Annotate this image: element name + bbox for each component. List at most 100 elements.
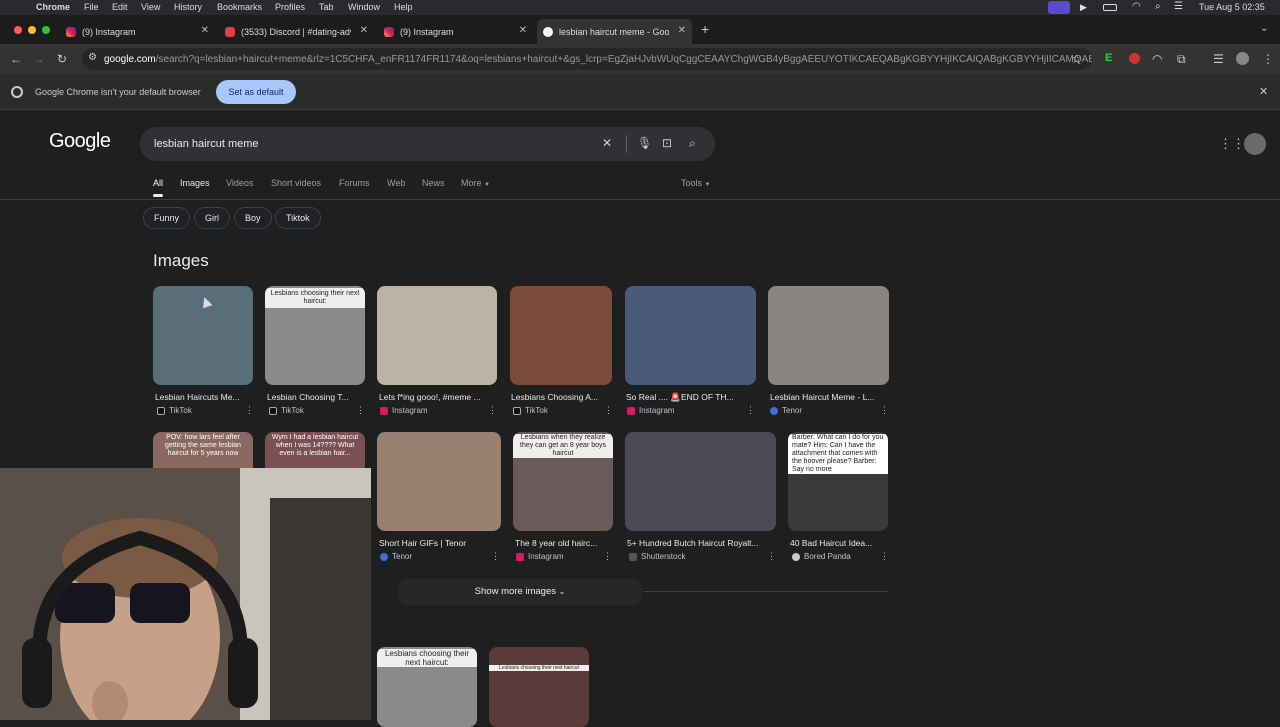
menu-help[interactable]: Help <box>394 2 413 12</box>
menu-clock[interactable]: Tue Aug 5 02:35 <box>1199 2 1265 12</box>
tab-all[interactable]: All <box>153 178 164 197</box>
image-caption[interactable]: Lesbians Choosing A... <box>511 392 611 402</box>
profile-avatar[interactable] <box>1236 52 1249 65</box>
menu-edit[interactable]: Edit <box>112 2 128 12</box>
minimize-window-button[interactable] <box>28 26 36 34</box>
image-caption[interactable]: 40 Bad Haircut Idea... <box>790 538 885 548</box>
more-options-icon[interactable]: ⋮ <box>767 551 776 562</box>
battery-icon[interactable] <box>1103 4 1117 11</box>
google-logo[interactable]: Google <box>49 130 111 153</box>
menu-file[interactable]: File <box>84 2 99 12</box>
play-status-icon[interactable]: ▶ <box>1080 2 1087 13</box>
extension-e-icon[interactable]: E <box>1105 52 1112 64</box>
more-options-icon[interactable]: ⋮ <box>880 551 889 562</box>
spotlight-icon[interactable]: ⌕ <box>1155 1 1161 12</box>
reload-icon[interactable]: ↻ <box>57 52 67 66</box>
image-result-thumb[interactable] <box>377 286 497 385</box>
tab-news[interactable]: News <box>422 178 445 188</box>
image-caption[interactable]: So Real .... 🚨END OF TH... <box>626 392 751 403</box>
browser-tab[interactable]: (9) Instagram ✕ <box>60 19 215 44</box>
image-caption[interactable]: Lesbian Haircut Meme - L... <box>770 392 888 402</box>
address-bar[interactable]: ⚙ google.com /search?q=lesbian+haircut+m… <box>82 48 1092 70</box>
more-options-icon[interactable]: ⋮ <box>245 405 254 416</box>
menu-profiles[interactable]: Profiles <box>275 2 305 12</box>
back-icon[interactable]: ← <box>10 52 22 66</box>
more-options-icon[interactable]: ⋮ <box>603 551 612 562</box>
apps-grid-icon[interactable]: ⋮⋮ <box>1219 136 1245 152</box>
image-caption[interactable]: Short Hair GIFs | Tenor <box>379 538 499 548</box>
extension-icon[interactable]: ◠ <box>1152 52 1162 66</box>
tab-forums[interactable]: Forums <box>339 178 370 188</box>
new-tab-button[interactable]: + <box>701 21 709 37</box>
menu-window[interactable]: Window <box>348 2 380 12</box>
reading-list-icon[interactable]: ☰ <box>1213 52 1224 66</box>
account-avatar[interactable] <box>1244 133 1266 155</box>
site-info-icon[interactable]: ⚙ <box>88 52 97 63</box>
close-window-button[interactable] <box>14 26 22 34</box>
image-result-thumb[interactable]: Barber: What can I do for you mate? Him:… <box>788 432 888 531</box>
microphone-icon[interactable]: 🎙 <box>637 136 652 150</box>
set-as-default-button[interactable]: Set as default <box>216 80 296 104</box>
show-more-images-button[interactable]: Show more images ⌄ <box>397 579 643 605</box>
more-options-icon[interactable]: ⋮ <box>356 405 365 416</box>
browser-tab[interactable]: (3533) Discord | #dating-adv ✕ <box>219 19 374 44</box>
more-options-icon[interactable]: ⋮ <box>746 405 755 416</box>
menu-tab[interactable]: Tab <box>319 2 334 12</box>
menu-bookmarks[interactable]: Bookmarks <box>217 2 262 12</box>
menu-app-name[interactable]: Chrome <box>36 2 70 12</box>
image-caption[interactable]: Lets f*ing gooo!, #meme ... <box>379 392 489 402</box>
forward-icon[interactable]: → <box>33 52 45 66</box>
image-result-thumb[interactable]: Lesbians choosing their next haircut: <box>265 286 365 385</box>
extension-red-icon[interactable] <box>1129 53 1140 64</box>
close-icon[interactable]: ✕ <box>1259 85 1268 98</box>
menu-history[interactable]: History <box>174 2 202 12</box>
tab-videos[interactable]: Videos <box>226 178 253 188</box>
image-result-thumb[interactable]: Lesbians when they realize they can get … <box>513 432 613 531</box>
image-result-thumb[interactable]: Lesbians choosing their next haircut <box>489 647 589 727</box>
tab-short-videos[interactable]: Short videos <box>271 178 321 188</box>
image-result-thumb[interactable] <box>510 286 612 385</box>
close-icon[interactable]: ✕ <box>201 25 209 36</box>
menu-view[interactable]: View <box>141 2 160 12</box>
zoom-window-button[interactable] <box>42 26 50 34</box>
lens-icon[interactable]: ⊡ <box>662 136 672 150</box>
search-icon[interactable]: ⌕ <box>689 136 696 151</box>
control-center-icon[interactable]: ☰ <box>1174 1 1183 12</box>
image-result-thumb[interactable] <box>377 432 501 531</box>
search-input[interactable]: lesbian haircut meme ✕ 🎙 ⊡ ⌕ <box>140 127 715 161</box>
wifi-icon[interactable]: ◠ <box>1132 1 1141 12</box>
image-caption[interactable]: The 8 year old hairc... <box>515 538 615 548</box>
image-caption[interactable]: Lesbian Haircuts Me... <box>155 392 255 402</box>
image-caption[interactable]: Lesbian Choosing T... <box>267 392 367 402</box>
tab-more[interactable]: More ▼ <box>461 178 490 188</box>
chip-girl[interactable]: Girl <box>194 207 230 229</box>
close-icon[interactable]: ✕ <box>678 25 686 36</box>
image-result-thumb[interactable] <box>625 432 776 531</box>
screen-share-icon[interactable] <box>1048 1 1070 14</box>
chip-tiktok[interactable]: Tiktok <box>275 207 321 229</box>
tab-web[interactable]: Web <box>387 178 405 188</box>
tools-button[interactable]: Tools ▼ <box>681 178 710 188</box>
more-options-icon[interactable]: ⋮ <box>880 405 889 416</box>
image-result-thumb[interactable] <box>768 286 889 385</box>
close-icon[interactable]: ✕ <box>519 25 527 36</box>
chip-funny[interactable]: Funny <box>143 207 191 229</box>
clear-icon[interactable]: ✕ <box>602 136 612 150</box>
browser-tab[interactable]: (9) Instagram ✕ <box>378 19 533 44</box>
extensions-puzzle-icon[interactable]: ⧉ <box>1177 52 1186 67</box>
url-host: google.com <box>104 53 156 65</box>
tab-search-icon[interactable]: ⌄ <box>1260 23 1268 34</box>
more-options-icon[interactable]: ⋮ <box>491 551 500 562</box>
tab-images[interactable]: Images <box>180 178 210 188</box>
bookmark-star-icon[interactable]: ☆ <box>1071 52 1082 66</box>
browser-tab-active[interactable]: lesbian haircut meme - Goog ✕ <box>537 19 692 44</box>
more-options-icon[interactable]: ⋮ <box>488 405 497 416</box>
image-result-thumb[interactable]: Lesbians choosing their next haircut: <box>377 647 477 727</box>
image-result-thumb[interactable] <box>625 286 756 385</box>
image-caption[interactable]: 5+ Hundred Butch Haircut Royalt... <box>627 538 775 548</box>
chrome-menu-icon[interactable]: ⋮ <box>1262 52 1274 66</box>
chip-boy[interactable]: Boy <box>234 207 272 229</box>
instagram-icon <box>384 26 394 37</box>
more-options-icon[interactable]: ⋮ <box>604 405 613 416</box>
close-icon[interactable]: ✕ <box>360 25 368 36</box>
